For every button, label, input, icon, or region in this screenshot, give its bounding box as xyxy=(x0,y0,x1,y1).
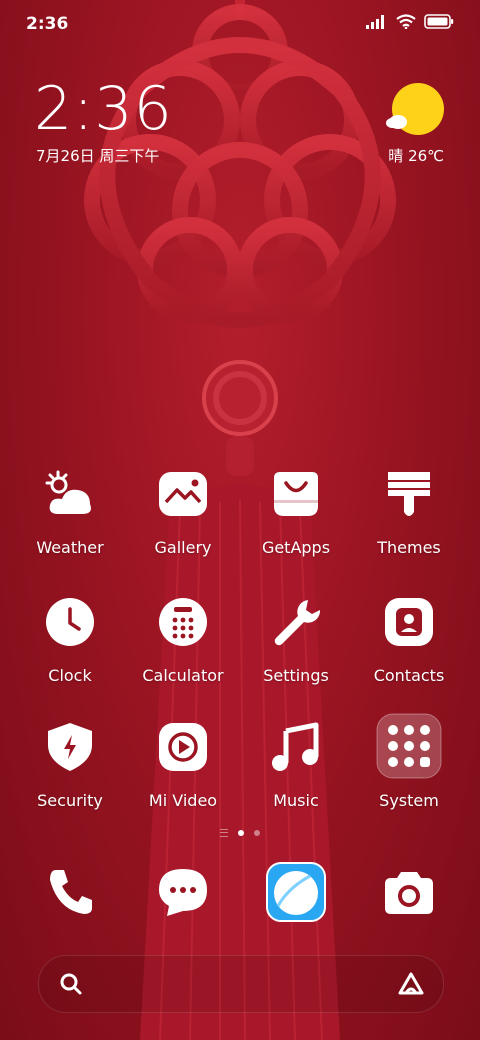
search-bar[interactable] xyxy=(38,955,444,1013)
sun-icon[interactable] xyxy=(386,82,446,142)
dock-camera[interactable] xyxy=(379,862,439,922)
status-icons xyxy=(366,14,454,29)
wrench-icon xyxy=(270,596,322,648)
phone-icon xyxy=(50,870,92,914)
weather-icon xyxy=(44,468,96,520)
search-icon xyxy=(60,973,82,995)
app-music[interactable]: Music xyxy=(241,721,351,810)
mi-video-icon xyxy=(157,721,209,773)
browser-icon xyxy=(266,862,326,922)
app-label: GetApps xyxy=(261,538,331,557)
dock-messages[interactable] xyxy=(153,862,213,922)
app-contacts[interactable]: Contacts xyxy=(354,596,464,685)
camera-icon xyxy=(385,872,433,914)
app-clock[interactable]: Clock xyxy=(15,596,125,685)
page-dot xyxy=(254,830,260,836)
app-label: Themes xyxy=(377,538,441,557)
app-weather[interactable]: Weather xyxy=(15,468,125,557)
clock-icon xyxy=(44,596,96,648)
app-label: Settings xyxy=(263,666,329,685)
dock-phone[interactable] xyxy=(40,862,100,922)
app-label: Gallery xyxy=(154,538,212,557)
music-icon xyxy=(270,721,322,773)
page-indicator[interactable] xyxy=(0,829,480,837)
messages-icon xyxy=(159,869,207,916)
app-label: Security xyxy=(37,791,103,810)
app-themes[interactable]: Themes xyxy=(354,468,464,557)
status-time: 2:36 xyxy=(26,14,69,34)
themes-icon xyxy=(383,468,435,520)
app-label: Clock xyxy=(48,666,92,685)
app-calculator[interactable]: Calculator xyxy=(128,596,238,685)
battery-icon xyxy=(424,14,454,29)
page-dot-active xyxy=(238,830,244,836)
status-bar: 2:36 xyxy=(0,0,480,50)
app-gallery[interactable]: Gallery xyxy=(128,468,238,557)
dock-browser[interactable] xyxy=(266,862,326,922)
app-security[interactable]: Security xyxy=(15,721,125,810)
getapps-icon xyxy=(270,468,322,520)
app-settings[interactable]: Settings xyxy=(241,596,351,685)
app-system-folder[interactable]: System xyxy=(354,713,464,810)
app-label: Weather xyxy=(36,538,104,557)
app-getapps[interactable]: GetApps xyxy=(241,468,351,557)
contacts-icon xyxy=(383,596,435,648)
app-mi-video[interactable]: Mi Video xyxy=(128,721,238,810)
app-label: Music xyxy=(273,791,319,810)
shield-icon xyxy=(44,721,96,773)
calculator-icon xyxy=(157,596,209,648)
system-folder-icon xyxy=(376,713,442,779)
gallery-icon xyxy=(157,468,209,520)
wifi-icon xyxy=(396,14,416,29)
clock-widget-time[interactable]: 2:36 xyxy=(34,74,173,144)
app-label: Mi Video xyxy=(148,791,218,810)
weather-widget-text: 晴 26℃ xyxy=(388,147,444,165)
assistant-icon[interactable] xyxy=(397,971,425,997)
dock xyxy=(0,862,480,926)
signal-icon xyxy=(366,14,384,29)
app-label: System xyxy=(379,791,439,810)
app-label: Contacts xyxy=(373,666,445,685)
app-label: Calculator xyxy=(142,666,224,685)
clock-widget-date: 7月26日 周三下午 xyxy=(36,147,160,165)
page-list-icon xyxy=(220,829,228,837)
